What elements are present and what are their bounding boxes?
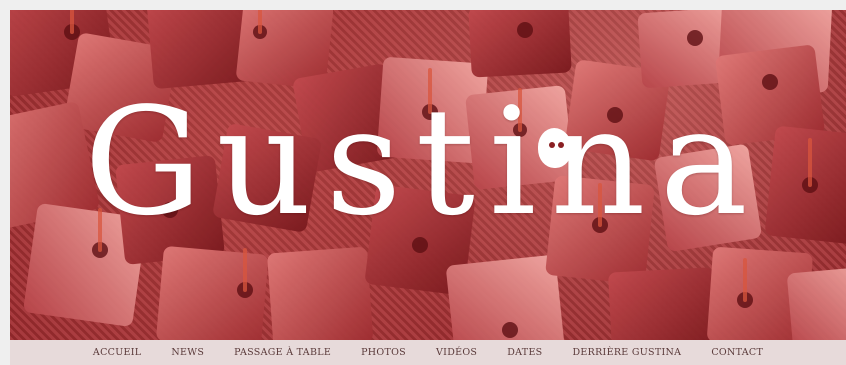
site-logo[interactable]: Gustina	[84, 88, 762, 236]
nav-item-contact[interactable]: Contact	[696, 347, 778, 358]
page-frame: Gustina Accueil News Passage à table Pho…	[10, 10, 846, 365]
nav-item-accueil[interactable]: Accueil	[78, 347, 157, 358]
nav-item-news[interactable]: News	[156, 347, 219, 358]
nav-item-dates[interactable]: Dates	[492, 347, 557, 358]
nav-item-derriere-gustina[interactable]: Derrière Gustina	[558, 347, 697, 358]
nav-item-videos[interactable]: Vidéos	[421, 347, 492, 358]
nav-item-passage-a-table[interactable]: Passage à table	[219, 347, 346, 358]
logo-dot-icon	[538, 128, 572, 168]
header-banner: Gustina	[10, 10, 846, 340]
main-navigation: Accueil News Passage à table Photos Vidé…	[10, 340, 846, 365]
nav-item-photos[interactable]: Photos	[346, 347, 421, 358]
